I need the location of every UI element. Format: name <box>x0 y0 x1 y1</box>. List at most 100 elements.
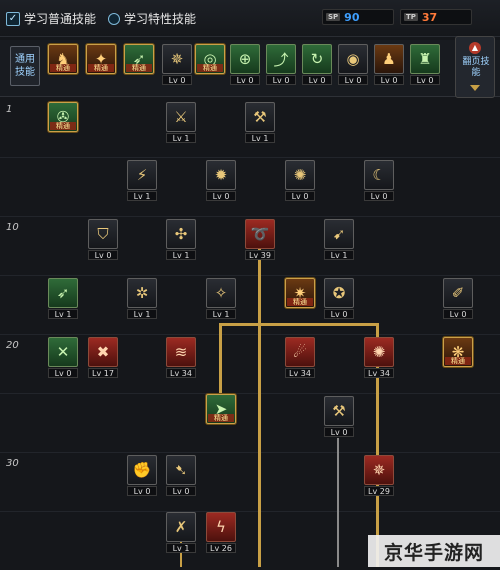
common-skill-2[interactable]: ✦ 精通 <box>86 44 116 74</box>
skill-6[interactable]: ✺ Lv 0 <box>285 160 315 201</box>
wing-icon: ✵ <box>162 44 192 74</box>
skill-level: Lv 34 <box>166 368 196 378</box>
skill-28[interactable]: ✵ Lv 29 <box>364 455 394 496</box>
skill-1[interactable]: ✇ 精通 <box>48 102 78 132</box>
common-skill-10[interactable]: ♟ Lv 0 <box>374 44 404 85</box>
skill-11[interactable]: ➹ Lv 1 <box>324 219 354 260</box>
chevron-down-icon[interactable] <box>470 85 480 91</box>
skill-level: Lv 0 <box>324 427 354 437</box>
skill-level: 精通 <box>126 64 152 72</box>
ring-icon: ◉ <box>338 44 368 74</box>
skill-level: Lv 17 <box>88 368 118 378</box>
row-label: 30 <box>6 458 19 469</box>
skill-level: 精通 <box>50 122 76 130</box>
skill-level: Lv 1 <box>166 543 196 553</box>
row-6 <box>0 393 500 453</box>
skill-level: 精通 <box>445 357 471 365</box>
tree-connector <box>219 323 259 326</box>
option-learn-normal-label: 学习普通技能 <box>24 12 97 26</box>
common-skill-5[interactable]: ◎ 精通 <box>195 44 225 74</box>
crescent-icon: ☾ <box>364 160 394 190</box>
leap-icon: ➶ <box>48 278 78 308</box>
skill-level: Lv 0 <box>206 191 236 201</box>
skill-23[interactable]: ❋ 精通 <box>443 337 473 367</box>
skill-level: Lv 1 <box>245 133 275 143</box>
skill-9[interactable]: ✣ Lv 1 <box>166 219 196 260</box>
common-skill-9[interactable]: ◉ Lv 0 <box>338 44 368 85</box>
row-label: 20 <box>6 340 19 351</box>
skill-7[interactable]: ☾ Lv 0 <box>364 160 394 201</box>
strike-icon: ✧ <box>206 278 236 308</box>
skill-17[interactable]: ✐ Lv 0 <box>443 278 473 319</box>
option-learn-special-label: 学习特性技能 <box>124 12 197 26</box>
flip-page-panel[interactable]: ▲ 翻页技能 <box>455 36 495 98</box>
tp-points: TP 37 <box>400 9 472 25</box>
swoosh-icon: ➰ <box>245 219 275 249</box>
skill-14[interactable]: ✧ Lv 1 <box>206 278 236 319</box>
skill-level: Lv 1 <box>166 250 196 260</box>
common-skill-1[interactable]: ♞ 精通 <box>48 44 78 74</box>
skill-16[interactable]: ✪ Lv 0 <box>324 278 354 319</box>
skill-5[interactable]: ✹ Lv 0 <box>206 160 236 201</box>
common-skill-3[interactable]: ➶ 精通 <box>124 44 154 74</box>
skill-13[interactable]: ✲ Lv 1 <box>127 278 157 319</box>
fist-icon: ✊ <box>127 455 157 485</box>
chevron-up-icon[interactable]: ▲ <box>469 42 481 54</box>
skill-level: Lv 26 <box>206 543 236 553</box>
skill-level: Lv 0 <box>266 75 296 85</box>
skill-19[interactable]: ✖ Lv 17 <box>88 337 118 378</box>
sp-value: 90 <box>344 10 360 24</box>
skill-12[interactable]: ➶ Lv 1 <box>48 278 78 319</box>
checkbox-icon[interactable]: ✓ <box>6 11 20 26</box>
skill-2[interactable]: ⚔ Lv 1 <box>166 102 196 143</box>
dagger-icon: ⚔ <box>166 102 196 132</box>
skill-21[interactable]: ☄ Lv 34 <box>285 337 315 378</box>
skill-29[interactable]: ✗ Lv 1 <box>166 512 196 553</box>
skill-level: Lv 1 <box>127 191 157 201</box>
tree-connector <box>258 246 261 567</box>
skill-level: Lv 0 <box>166 486 196 496</box>
skill-level: Lv 34 <box>364 368 394 378</box>
vortex-icon: ✺ <box>364 337 394 367</box>
kick-icon: ✦ 精通 <box>86 44 116 74</box>
flurry-icon: ✐ <box>443 278 473 308</box>
skill-22[interactable]: ✺ Lv 34 <box>364 337 394 378</box>
option-learn-normal[interactable]: ✓ 学习普通技能 <box>6 10 96 27</box>
skill-27[interactable]: ➷ Lv 0 <box>166 455 196 496</box>
skill-level: Lv 1 <box>166 133 196 143</box>
common-skills-bar: 通用技能 ♞ 精通 ✦ 精通 ➶ 精通 ✵ Lv 0 ◎ 精通 ⊕ Lv 0 ⤴ Lv … <box>0 40 500 97</box>
common-skill-4[interactable]: ✵ Lv 0 <box>162 44 192 85</box>
skill-level: 精通 <box>208 414 234 422</box>
radio-icon[interactable] <box>108 12 120 25</box>
skill-26[interactable]: ✊ Lv 0 <box>127 455 157 496</box>
crossed-blades-icon: ✕ <box>48 337 78 367</box>
common-skill-8[interactable]: ↻ Lv 0 <box>302 44 332 85</box>
cross-strike-icon: ✗ <box>166 512 196 542</box>
common-skill-11[interactable]: ♜ Lv 0 <box>410 44 440 85</box>
skill-25[interactable]: ⚒ Lv 0 <box>324 396 354 437</box>
common-skill-7[interactable]: ⤴ Lv 0 <box>266 44 296 85</box>
skill-15[interactable]: ✷ 精通 <box>285 278 315 308</box>
fighter-icon: ✣ <box>166 219 196 249</box>
skill-30[interactable]: ϟ Lv 26 <box>206 512 236 553</box>
wave-icon: ☄ <box>285 337 315 367</box>
skill-8[interactable]: ⛉ Lv 0 <box>88 219 118 260</box>
sit-icon: ♞ 精通 <box>48 44 78 74</box>
skill-18[interactable]: ✕ Lv 0 <box>48 337 78 378</box>
skill-4[interactable]: ⚡ Lv 1 <box>127 160 157 201</box>
skill-3[interactable]: ⚒ Lv 1 <box>245 102 275 143</box>
wind-icon: ❋ 精通 <box>443 337 473 367</box>
skill-20[interactable]: ≋ Lv 34 <box>166 337 196 378</box>
skill-level: 精通 <box>88 64 114 72</box>
skill-10[interactable]: ➰ Lv 39 <box>245 219 275 260</box>
sprint-icon: ⚡ <box>127 160 157 190</box>
option-learn-special[interactable]: 学习特性技能 <box>108 10 196 27</box>
skill-level: Lv 1 <box>324 250 354 260</box>
skill-24[interactable]: ➤ 精通 <box>206 394 236 424</box>
guard-icon: ♜ <box>410 44 440 74</box>
x-slash-icon: ✖ <box>88 337 118 367</box>
sp-points: SP 90 <box>322 9 394 25</box>
slash-icon: ➹ <box>324 219 354 249</box>
common-skill-6[interactable]: ⊕ Lv 0 <box>230 44 260 85</box>
spin-kick-icon: ✲ <box>127 278 157 308</box>
